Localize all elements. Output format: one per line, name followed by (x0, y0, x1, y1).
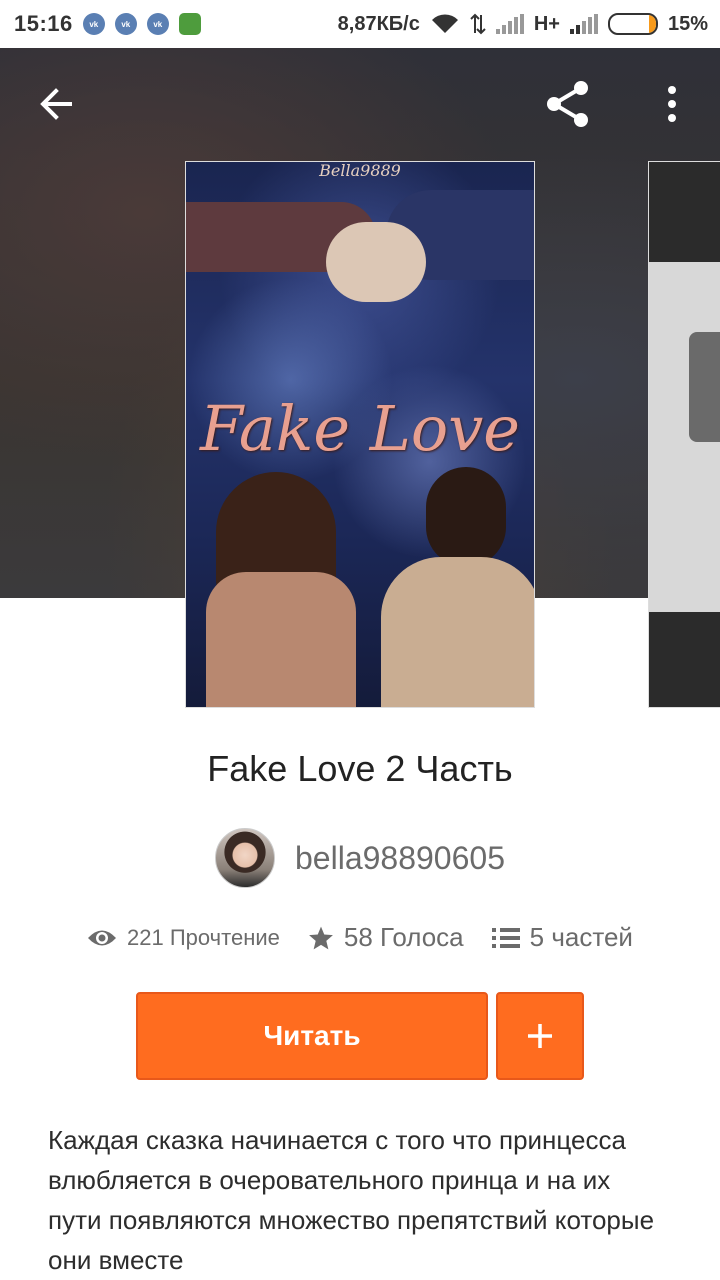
signal-icon (495, 14, 524, 34)
add-to-library-button[interactable] (496, 992, 584, 1080)
story-cover[interactable]: Bella9889 Fake Love (185, 161, 535, 708)
votes-count: 58 Голоса (343, 922, 464, 952)
status-time: 15:16 (14, 11, 73, 36)
votes-stat: 58 Голоса (308, 922, 464, 953)
reads-stat: 221 Прочтение (87, 925, 280, 951)
read-button[interactable]: Читать (136, 992, 488, 1080)
author-row[interactable]: bella98890605 (0, 828, 720, 888)
cover-art-figure (381, 557, 534, 707)
status-bar-left: 15:16 vk vk vk (14, 11, 201, 37)
cover-title: Fake Love (200, 392, 520, 465)
net-speed: 8,87КБ/с (337, 12, 420, 35)
arrow-left-icon (40, 88, 72, 120)
battery-fill (649, 15, 656, 33)
vk-icon: vk (114, 13, 137, 35)
next-cover-art (689, 332, 720, 442)
status-bar-right: 8,87КБ/с H+ 15% (338, 13, 708, 36)
plus-icon (528, 1024, 552, 1048)
story-title: Fake Love 2 Часть (207, 748, 513, 789)
signal-icon (569, 14, 598, 34)
android-icon (178, 13, 201, 35)
next-story-cover[interactable] (648, 161, 720, 708)
battery-percent: 15% (667, 12, 708, 35)
data-transfer-icon (470, 13, 486, 35)
more-vertical-icon (668, 86, 676, 122)
story-stats: 221 Прочтение 58 Голоса 5 частей (0, 922, 720, 953)
author-name[interactable]: bella98890605 (295, 840, 505, 877)
network-type: H+ (533, 12, 560, 35)
more-options-button[interactable] (652, 80, 692, 128)
share-icon (547, 81, 588, 127)
status-bar: 15:16 vk vk vk 8,87КБ/с H+ 15% (0, 0, 720, 48)
parts-count: 5 частей (529, 922, 633, 952)
cover-art-figure (206, 572, 356, 707)
wifi-icon (431, 14, 458, 33)
list-icon (491, 927, 520, 948)
story-details-screen: 15:16 vk vk vk 8,87КБ/с H+ 15% Bella9889… (0, 0, 720, 1280)
back-button[interactable] (32, 80, 80, 128)
vk-icon: vk (82, 13, 105, 35)
cover-art-figure (426, 467, 506, 567)
parts-stat: 5 частей (491, 922, 633, 953)
cover-art-handshake (326, 222, 426, 302)
cover-author-mark: Bella9889 (319, 161, 401, 180)
reads-count: 221 Прочтение (127, 924, 280, 950)
story-description: Каждая сказка начинается с того что прин… (48, 1125, 655, 1275)
eye-icon (88, 930, 117, 945)
share-button[interactable] (540, 76, 596, 132)
author-avatar[interactable] (215, 828, 275, 888)
vk-icon: vk (146, 13, 169, 35)
star-icon (308, 926, 333, 949)
battery-icon (607, 13, 658, 35)
